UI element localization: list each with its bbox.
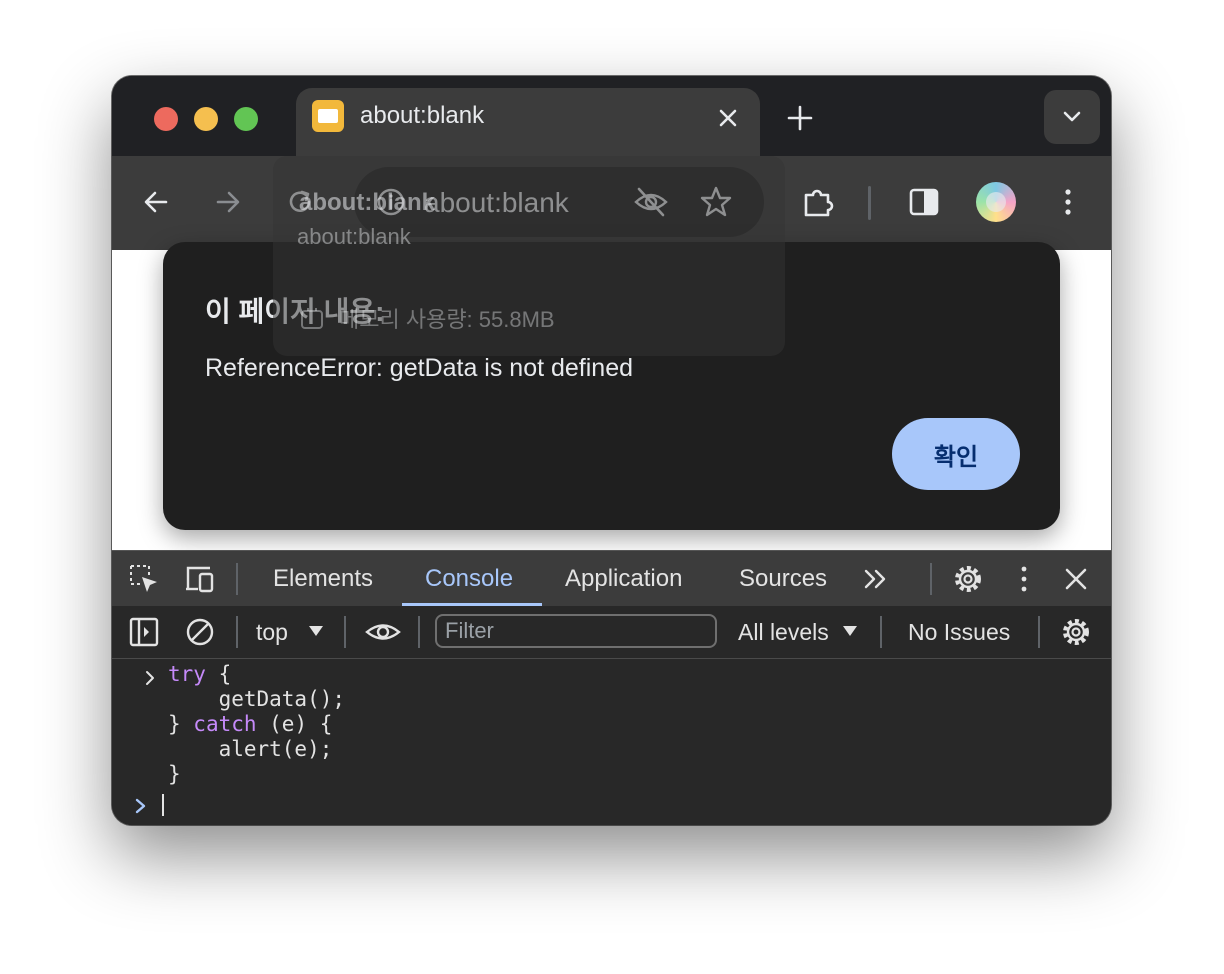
puzzle-icon[interactable]	[800, 184, 836, 220]
toolbar-separator	[418, 616, 420, 648]
close-icon[interactable]	[714, 104, 742, 132]
toolbar-separator	[880, 616, 882, 648]
toolbar-separator	[1038, 616, 1040, 648]
sidebar-toggle-icon[interactable]	[128, 616, 160, 648]
chevron-right-icon	[146, 671, 154, 685]
devtools-panel: Elements Console Application Sources top…	[112, 550, 1111, 825]
side-panel-icon[interactable]	[906, 184, 942, 220]
gear-icon[interactable]	[952, 563, 984, 595]
hover-card-memory: 메모리 사용량: 55.8MB	[339, 307, 555, 332]
caret-down-icon[interactable]	[842, 624, 858, 638]
code-keyword: try	[168, 662, 206, 686]
tab-sources[interactable]: Sources	[739, 565, 827, 593]
tab-hover-card: about:blank about:blank 메모리 사용량: 55.8MB	[273, 156, 785, 356]
context-selector[interactable]: top	[256, 619, 288, 646]
memory-icon	[301, 308, 323, 329]
minimize-window-button[interactable]	[194, 107, 218, 131]
code-text: (e) {	[256, 712, 333, 736]
code-keyword: catch	[193, 712, 257, 736]
log-levels-dropdown[interactable]: All levels	[738, 619, 829, 646]
close-icon[interactable]	[1060, 563, 1092, 595]
tab-title: about:blank	[360, 102, 485, 129]
code-text: }	[168, 712, 194, 736]
dialog-message: ReferenceError: getData is not defined	[205, 354, 634, 382]
tab-separator	[236, 563, 238, 595]
arrow-left-icon[interactable]	[138, 184, 174, 220]
profile-avatar[interactable]	[976, 182, 1016, 222]
kebab-icon[interactable]	[1050, 184, 1086, 220]
devtools-tab-bar: Elements Console Application Sources	[112, 550, 1111, 607]
tab-strip: about:blank	[112, 76, 1111, 158]
chevron-down-icon	[1063, 111, 1081, 122]
ok-button[interactable]: 확인	[892, 418, 1020, 490]
tab-application[interactable]: Application	[565, 565, 682, 593]
console-code-line: }	[168, 762, 181, 786]
gear-icon[interactable]	[1060, 616, 1092, 648]
toolbar-separator	[344, 616, 346, 648]
kebab-icon[interactable]	[1008, 563, 1040, 595]
hover-card-url: about:blank	[297, 224, 411, 249]
tab-separator	[930, 563, 932, 595]
hover-card-title: about:blank	[299, 189, 435, 216]
toolbar-separator	[236, 616, 238, 648]
tab-console[interactable]: Console	[425, 565, 513, 593]
inspect-element-icon[interactable]	[128, 563, 160, 595]
console-code-line: try {	[168, 662, 231, 686]
plus-icon[interactable]	[782, 100, 818, 136]
console-output[interactable]: try { getData(); } catch (e) { alert(e);…	[112, 660, 1111, 825]
console-toolbar: top All levels No Issues	[112, 606, 1111, 659]
more-tabs-icon[interactable]	[860, 563, 892, 595]
device-toolbar-icon[interactable]	[184, 563, 216, 595]
tab-about-blank[interactable]: about:blank	[296, 88, 760, 158]
issues-counter[interactable]: No Issues	[908, 619, 1010, 646]
browser-window: about:blank 이 ReferenceError: getData is…	[112, 76, 1111, 825]
maximize-window-button[interactable]	[234, 107, 258, 131]
console-code-line: getData();	[168, 687, 346, 711]
live-expression-eye-icon[interactable]	[364, 616, 402, 648]
tab-elements[interactable]: Elements	[273, 565, 373, 593]
filter-input[interactable]	[435, 614, 717, 648]
page-favicon-icon	[312, 100, 344, 132]
console-input-caret[interactable]	[162, 794, 164, 816]
arrow-right-icon[interactable]	[210, 184, 246, 220]
toolbar-separator	[868, 186, 871, 220]
prompt-chevron-icon	[135, 798, 146, 814]
clear-console-icon[interactable]	[184, 616, 216, 648]
close-window-button[interactable]	[154, 107, 178, 131]
caret-down-icon[interactable]	[308, 624, 324, 638]
code-text: {	[205, 662, 232, 686]
console-code-line: } catch (e) {	[168, 712, 332, 736]
tab-search-button[interactable]	[1044, 90, 1100, 144]
console-code-line: alert(e);	[168, 737, 333, 761]
